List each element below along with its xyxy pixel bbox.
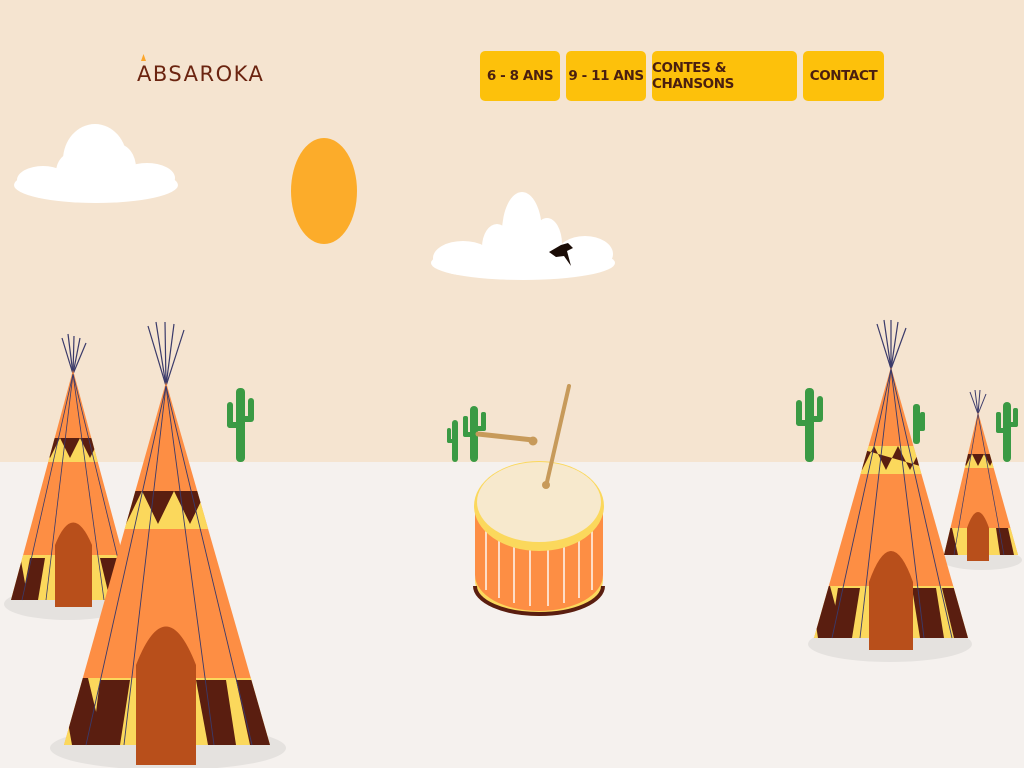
sun-icon: [291, 138, 357, 244]
cloud-icon: [14, 124, 178, 203]
nav-contes-chansons[interactable]: CONTES & CHANSONS: [652, 51, 797, 101]
nav-contact[interactable]: CONTACT: [803, 51, 884, 101]
nav-6-8-ans[interactable]: 6 - 8 ANS: [480, 51, 560, 101]
cloud-icon: [431, 192, 615, 280]
cactus-icon: [447, 420, 458, 462]
scene-illustration: [4, 124, 1022, 768]
cactus-icon: [996, 402, 1018, 462]
cactus-icon: [796, 388, 823, 462]
cactus-icon: [227, 388, 254, 462]
logo-feather-icon: [141, 54, 146, 61]
tipi-icon: [814, 319, 968, 650]
site-logo[interactable]: ABSAROKA: [137, 62, 264, 86]
nav-9-11-ans[interactable]: 9 - 11 ANS: [566, 51, 646, 101]
cactus-icon: [913, 404, 925, 444]
drum-icon[interactable]: [473, 384, 605, 616]
